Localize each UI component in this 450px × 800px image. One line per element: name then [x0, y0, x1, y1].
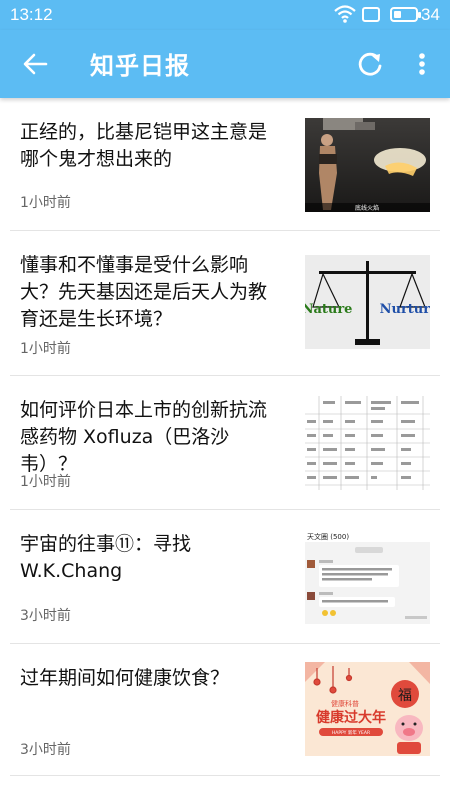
poster-line-3: HAPPY 新年 YEAR — [332, 729, 370, 736]
battery-level: 34 — [421, 5, 440, 24]
svg-text:福: 福 — [398, 688, 412, 704]
status-time: 13:12 — [10, 5, 53, 24]
poster-line-1: 健康科普 — [331, 699, 359, 708]
battery-icon — [390, 7, 421, 22]
app-bar: 知乎日报 — [0, 30, 450, 98]
story-time: 1小时前 — [20, 195, 71, 211]
story-title: 懂事和不懂事是受什么影响大？先天基因还是后天人为教育还是生长环境？ — [20, 254, 268, 330]
more-vertical-icon[interactable] — [410, 48, 434, 80]
story-thumbnail: 福 健康科普 健康过大年 HAPPY 新年 YEAR — [305, 662, 430, 756]
story-time: 1小时前 — [20, 341, 71, 357]
chat-header: 天文圈 (500) — [307, 532, 349, 541]
story-title: 过年期间如何健康饮食？ — [20, 667, 230, 689]
thumbnail-caption: 底线火焰 — [355, 204, 379, 212]
story-item[interactable]: 正经的，比基尼铠甲这主意是哪个鬼才想出来的 1小时前 底线火焰 — [0, 98, 450, 231]
wifi-icon — [334, 5, 356, 23]
story-time: 3小时前 — [20, 608, 71, 624]
story-item[interactable]: 如何评价日本上市的创新抗流感药物 Xofluza（巴洛沙韦）？ 1小时前 — [0, 376, 450, 510]
back-arrow-icon[interactable] — [18, 48, 52, 80]
story-item[interactable]: 宇宙的往事⑪：寻找 W.K.Chang 3小时前 天文圈 (500) — [0, 510, 450, 644]
story-title: 如何评价日本上市的创新抗流感药物 Xofluza（巴洛沙韦）？ — [20, 399, 268, 475]
app-title: 知乎日报 — [90, 52, 190, 80]
story-time: 3小时前 — [20, 742, 71, 758]
story-item[interactable]: 懂事和不懂事是受什么影响大？先天基因还是后天人为教育还是生长环境？ 1小时前 N… — [0, 231, 450, 376]
status-bar: 13:12 34 — [0, 0, 450, 30]
story-thumbnail — [305, 396, 430, 490]
story-thumbnail: Nature Nurture — [305, 255, 430, 349]
refresh-icon[interactable] — [354, 48, 386, 80]
poster-line-2: 健康过大年 — [316, 709, 386, 726]
story-item[interactable]: 过年期间如何健康饮食？ 3小时前 福 健康科普 健康过大年 HAPPY 新年 Y… — [0, 644, 450, 776]
screen-icon — [362, 7, 380, 22]
story-title: 宇宙的往事⑪：寻找 W.K.Chang — [20, 533, 192, 582]
story-time: 1小时前 — [20, 474, 71, 490]
nurture-label: Nurture — [380, 302, 430, 317]
nature-label: Nature — [305, 302, 352, 317]
divider — [10, 775, 440, 776]
story-thumbnail: 底线火焰 — [305, 118, 430, 212]
story-title: 正经的，比基尼铠甲这主意是哪个鬼才想出来的 — [20, 121, 268, 170]
story-thumbnail: 天文圈 (500) — [305, 530, 430, 624]
